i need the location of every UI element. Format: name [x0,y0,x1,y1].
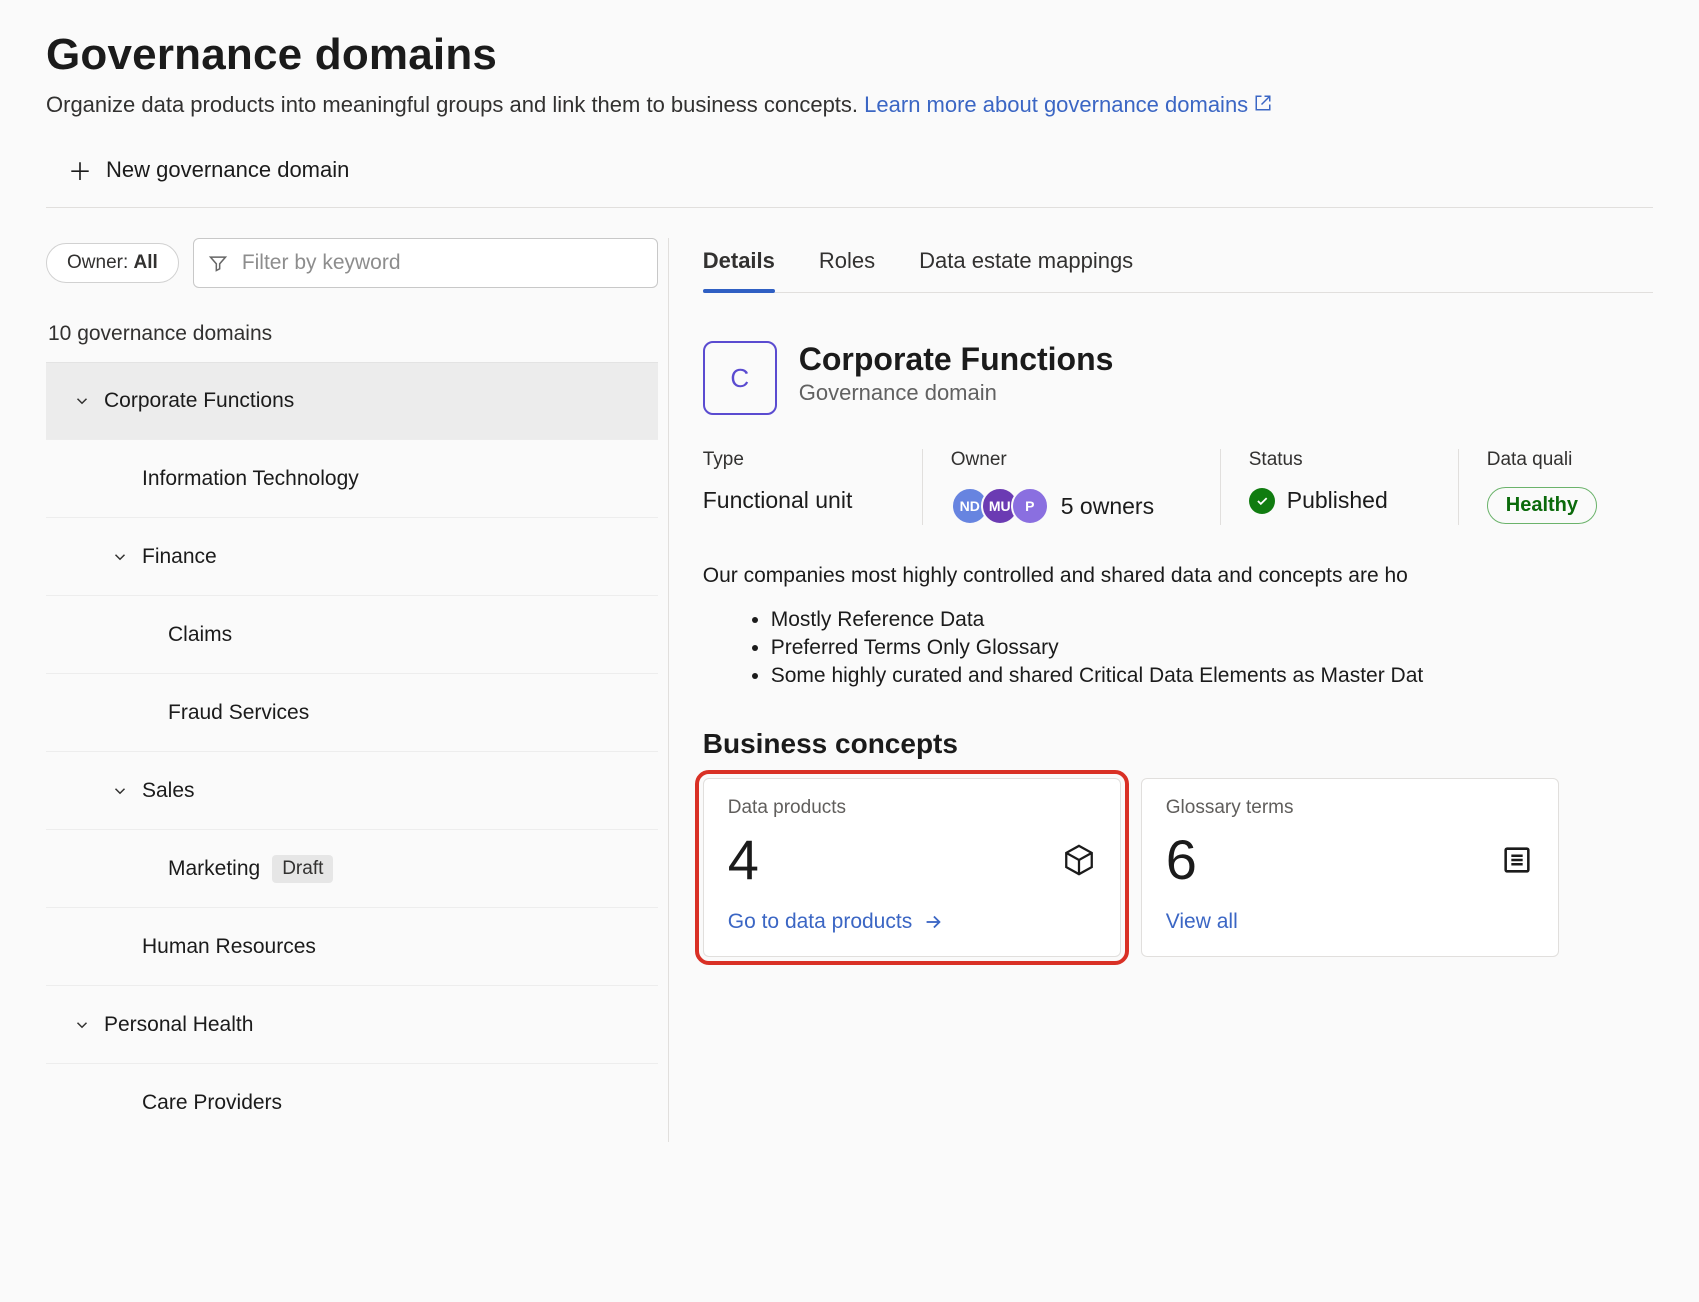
chevron-down-icon [106,548,134,566]
node-label: Claims [168,623,232,647]
arrow-right-icon [922,911,944,933]
tab-details[interactable]: Details [703,242,775,292]
chevron-down-icon [106,782,134,800]
domain-avatar: C [703,341,777,415]
chevron-down-icon [68,1016,96,1034]
filter-icon [208,253,228,273]
tree-node-hr[interactable]: Human Resources [46,908,658,986]
node-label: Fraud Services [168,701,309,725]
node-label: Personal Health [104,1013,253,1037]
filter-keyword-wrap[interactable] [193,238,658,288]
domain-subtype: Governance domain [799,380,1114,406]
tree-node-sales[interactable]: Sales [46,752,658,830]
external-link-icon [1254,94,1272,112]
plus-icon: ＋ [68,152,92,187]
tree-node-it[interactable]: Information Technology [46,440,658,518]
tree-node-personal-health[interactable]: Personal Health [46,986,658,1064]
bullet: Preferred Terms Only Glossary [771,636,1653,660]
meta-value-status: Published [1249,487,1430,514]
bullet: Some highly curated and shared Critical … [771,664,1653,688]
meta-label-type: Type [703,449,894,471]
tab-data-estate[interactable]: Data estate mappings [919,242,1133,292]
domain-tree: Corporate Functions Information Technolo… [46,362,658,1142]
subtitle-text: Organize data products into meaningful g… [46,92,864,117]
avatar: P [1011,487,1049,525]
meta-row: Type Functional unit Owner ND MU P 5 own… [703,449,1653,525]
go-to-data-products-link[interactable]: Go to data products [728,910,944,934]
divider [46,207,1653,208]
domain-name: Corporate Functions [799,341,1114,378]
owner-avatars: ND MU P [951,487,1049,525]
owner-value: All [134,252,158,273]
card-link-text: Go to data products [728,910,912,934]
learn-more-text: Learn more about governance domains [864,92,1248,117]
domain-bullets: Mostly Reference Data Preferred Terms On… [703,608,1653,688]
tab-roles[interactable]: Roles [819,242,875,292]
meta-value-type: Functional unit [703,487,894,514]
tree-node-care[interactable]: Care Providers [46,1064,658,1142]
domain-description: Our companies most highly controlled and… [703,561,1653,590]
tree-node-corporate-functions[interactable]: Corporate Functions [46,362,658,440]
meta-label-dq: Data quali [1487,449,1597,471]
node-label: Human Resources [142,935,316,959]
node-label: Finance [142,545,217,569]
owner-count: 5 owners [1061,493,1154,520]
node-label: Care Providers [142,1091,282,1115]
tree-node-claims[interactable]: Claims [46,596,658,674]
bullet: Mostly Reference Data [771,608,1653,632]
node-label: Sales [142,779,195,803]
card-title: Glossary terms [1166,797,1534,819]
status-text: Published [1287,487,1388,514]
tree-node-finance[interactable]: Finance [46,518,658,596]
right-panel: Details Roles Data estate mappings C Cor… [683,238,1653,1142]
check-circle-icon [1249,488,1275,514]
health-pill: Healthy [1487,487,1597,524]
card-glossary-terms[interactable]: Glossary terms 6 View all [1141,778,1559,957]
owner-label: Owner: [67,252,134,273]
page-title: Governance domains [46,30,1653,80]
left-panel: Owner: All 10 governance domains Corpora… [46,238,669,1142]
new-button-label: New governance domain [106,157,349,183]
domain-count: 10 governance domains [48,322,658,346]
node-label: Marketing [168,857,260,881]
card-count: 6 [1166,827,1197,892]
tree-node-fraud[interactable]: Fraud Services [46,674,658,752]
view-all-link[interactable]: View all [1166,910,1238,934]
meta-label-owner: Owner [951,449,1192,471]
card-count: 4 [728,827,759,892]
box-icon [1062,843,1096,877]
list-icon [1500,843,1534,877]
meta-value-dq: Healthy [1487,487,1597,524]
card-link-text: View all [1166,910,1238,934]
meta-value-owner[interactable]: ND MU P 5 owners [951,487,1192,525]
learn-more-link[interactable]: Learn more about governance domains [864,92,1272,117]
card-data-products[interactable]: Data products 4 Go to data products [703,778,1121,957]
card-title: Data products [728,797,1096,819]
owner-filter-pill[interactable]: Owner: All [46,243,179,283]
node-label: Information Technology [142,467,359,491]
new-governance-domain-button[interactable]: ＋ New governance domain [46,146,349,207]
chevron-down-icon [68,392,96,410]
page-subtitle: Organize data products into meaningful g… [46,92,1653,118]
business-concepts-header: Business concepts [703,728,1653,760]
draft-badge: Draft [272,855,333,883]
tabs: Details Roles Data estate mappings [703,242,1653,293]
tree-node-marketing[interactable]: Marketing Draft [46,830,658,908]
filter-keyword-input[interactable] [240,250,643,276]
node-label: Corporate Functions [104,389,294,413]
meta-label-status: Status [1249,449,1430,471]
